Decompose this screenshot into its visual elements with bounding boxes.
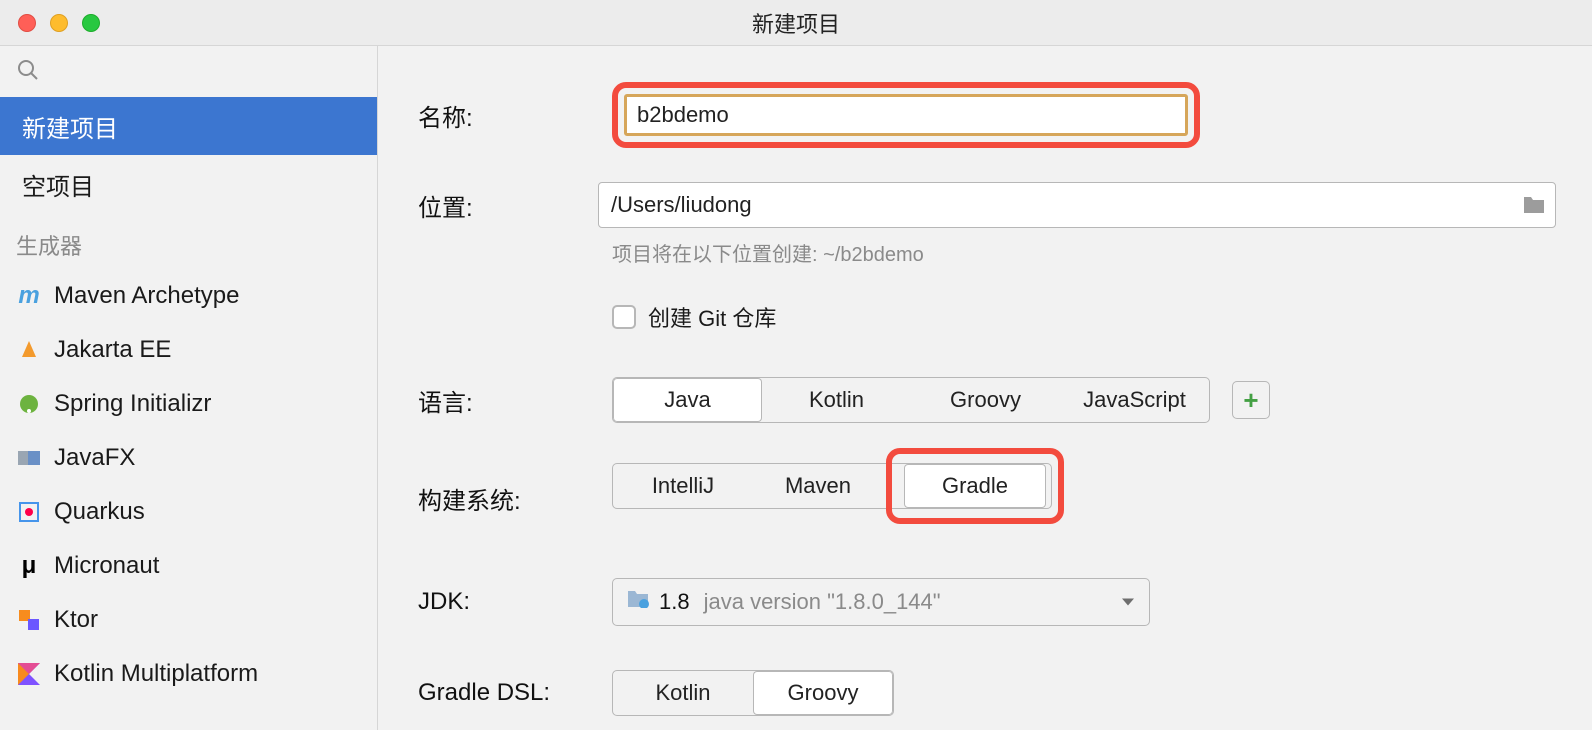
- generator-label: Maven Archetype: [54, 282, 239, 310]
- generator-label: Micronaut: [54, 552, 159, 580]
- form-panel: 名称: 位置: 项目将在以下位置创建: ~/b2bdemo 创建 Git 仓库 …: [378, 46, 1592, 730]
- kotlin-icon: [16, 661, 42, 687]
- jakarta-icon: [16, 337, 42, 363]
- jdk-dropdown[interactable]: 1.8 java version "1.8.0_144": [612, 578, 1150, 626]
- git-checkbox-label: 创建 Git 仓库: [648, 301, 776, 333]
- generator-maven-archetype[interactable]: m Maven Archetype: [0, 269, 377, 323]
- dsl-groovy[interactable]: Groovy: [753, 671, 893, 715]
- generator-spring-initializr[interactable]: Spring Initializr: [0, 377, 377, 431]
- micronaut-icon: μ: [16, 553, 42, 579]
- quarkus-icon: [16, 499, 42, 525]
- generator-javafx[interactable]: JavaFX: [0, 431, 377, 485]
- window-title: 新建项目: [0, 7, 1592, 39]
- generator-ktor[interactable]: Ktor: [0, 593, 377, 647]
- spring-icon: [16, 391, 42, 417]
- search-icon[interactable]: [16, 58, 40, 88]
- titlebar: 新建项目: [0, 0, 1592, 46]
- sidebar-item-new-project[interactable]: 新建项目: [0, 97, 377, 155]
- generator-micronaut[interactable]: μ Micronaut: [0, 539, 377, 593]
- sidebar-item-empty-project[interactable]: 空项目: [0, 155, 377, 213]
- javafx-icon: [16, 445, 42, 471]
- location-hint: 项目将在以下位置创建: ~/b2bdemo: [612, 238, 1556, 267]
- build-gradle-highlight: Gradle: [886, 448, 1064, 524]
- add-language-button[interactable]: +: [1232, 381, 1270, 419]
- generator-label: JavaFX: [54, 444, 135, 472]
- jdk-folder-icon: [627, 590, 649, 614]
- generator-quarkus[interactable]: Quarkus: [0, 485, 377, 539]
- name-highlight: [612, 82, 1200, 148]
- build-maven[interactable]: Maven: [753, 464, 883, 508]
- sidebar-item-label: 新建项目: [22, 109, 118, 144]
- lang-kotlin[interactable]: Kotlin: [762, 378, 911, 422]
- generator-label: Spring Initializr: [54, 390, 211, 418]
- sidebar: 新建项目 空项目 生成器 m Maven Archetype Jakarta E…: [0, 46, 378, 730]
- generator-label: Kotlin Multiplatform: [54, 660, 258, 688]
- lang-groovy[interactable]: Groovy: [911, 378, 1060, 422]
- folder-icon[interactable]: [1522, 195, 1546, 215]
- gradle-dsl-label: Gradle DSL:: [418, 679, 612, 707]
- generator-label: Quarkus: [54, 498, 145, 526]
- jdk-detail-text: java version "1.8.0_144": [704, 589, 941, 615]
- maven-icon: m: [16, 283, 42, 309]
- language-label: 语言:: [418, 383, 612, 418]
- location-label: 位置:: [418, 188, 598, 223]
- sidebar-section-heading: 生成器: [0, 213, 377, 269]
- build-intellij[interactable]: IntelliJ: [613, 464, 753, 508]
- jdk-version-text: 1.8: [659, 589, 690, 615]
- generator-kotlin-multiplatform[interactable]: Kotlin Multiplatform: [0, 647, 377, 701]
- location-input[interactable]: [598, 182, 1556, 228]
- name-input[interactable]: [624, 94, 1188, 136]
- jdk-label: JDK:: [418, 588, 612, 616]
- git-checkbox[interactable]: [612, 305, 636, 329]
- chevron-down-icon: [1121, 591, 1135, 614]
- language-segments: Java Kotlin Groovy JavaScript: [612, 377, 1210, 423]
- ktor-icon: [16, 607, 42, 633]
- generator-label: Jakarta EE: [54, 336, 171, 364]
- build-system-label: 构建系统:: [418, 463, 612, 516]
- build-gradle[interactable]: Gradle: [904, 464, 1046, 508]
- dsl-kotlin[interactable]: Kotlin: [613, 671, 753, 715]
- lang-java[interactable]: Java: [613, 378, 762, 422]
- gradle-dsl-segments: Kotlin Groovy: [612, 670, 894, 716]
- generator-label: Ktor: [54, 606, 98, 634]
- lang-javascript[interactable]: JavaScript: [1060, 378, 1209, 422]
- sidebar-item-label: 空项目: [22, 167, 94, 202]
- generator-jakarta-ee[interactable]: Jakarta EE: [0, 323, 377, 377]
- name-label: 名称:: [418, 98, 612, 133]
